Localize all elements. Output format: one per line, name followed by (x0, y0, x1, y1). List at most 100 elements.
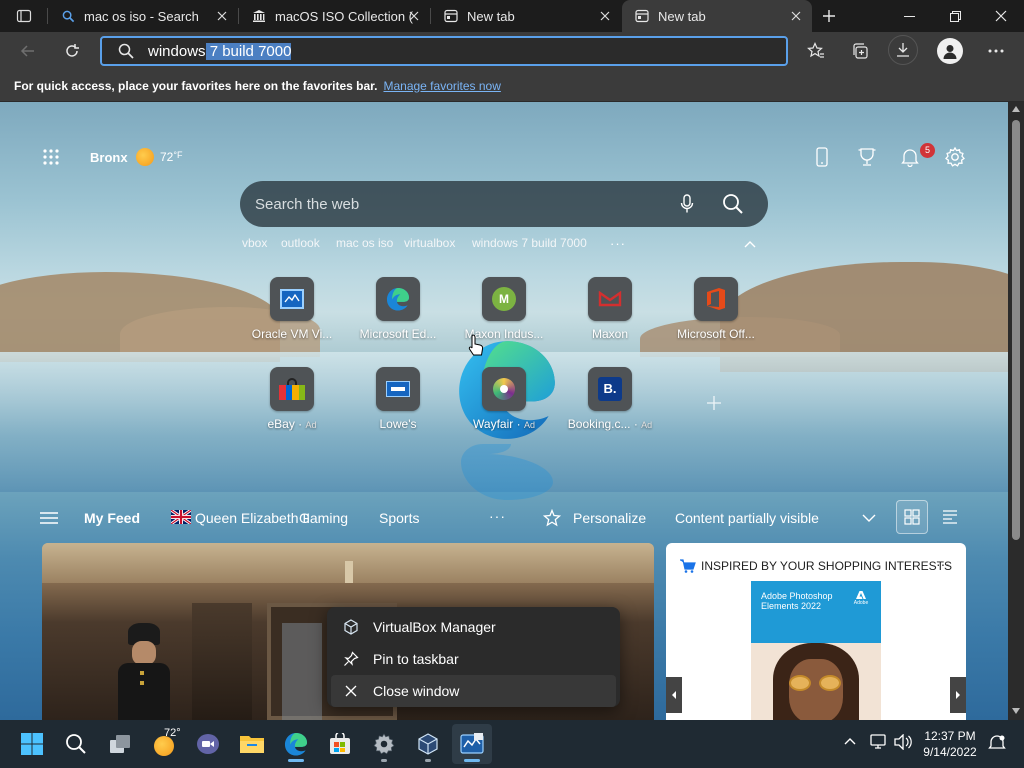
feed-tab-topic[interactable]: Gaming (299, 510, 348, 526)
quick-link-ebay[interactable]: eBay · Ad (247, 367, 337, 431)
close-window-button[interactable] (978, 0, 1024, 32)
scroll-down-arrow[interactable] (1012, 708, 1020, 714)
rewards-button[interactable] (857, 147, 877, 167)
trending-more-button[interactable]: ··· (610, 236, 626, 251)
quick-link-maxon-industries[interactable]: M Maxon Indus... (459, 277, 549, 341)
chevron-down-icon[interactable] (862, 514, 876, 522)
shopping-card[interactable]: INSPIRED BY YOUR SHOPPING INTERESTS ··· … (666, 543, 966, 720)
feed-menu-button[interactable] (40, 511, 58, 525)
jump-list-pin-to-taskbar[interactable]: Pin to taskbar (331, 643, 616, 675)
quick-link-microsoft-office[interactable]: Microsoft Off... (671, 277, 761, 341)
scroll-up-arrow[interactable] (1012, 106, 1020, 112)
phone-button[interactable] (814, 147, 830, 167)
tab-search[interactable]: mac os iso - Search (48, 0, 238, 32)
grid-layout-button[interactable] (896, 500, 928, 534)
close-icon (995, 10, 1007, 22)
settings-more-button[interactable] (980, 35, 1012, 67)
notifications-button[interactable] (900, 147, 920, 167)
quick-link-oracle-vm[interactable]: Oracle VM Vi... (247, 277, 337, 341)
weather-location[interactable]: Bronx (90, 150, 128, 165)
minimize-button[interactable] (886, 0, 932, 32)
restore-button[interactable] (932, 0, 978, 32)
quick-link-lowes[interactable]: Lowe's (353, 367, 443, 431)
taskbar-file-explorer[interactable] (232, 724, 272, 764)
tab-close-button[interactable] (788, 8, 804, 24)
start-button[interactable] (12, 724, 52, 764)
windows-taskbar: 72° (0, 720, 1024, 768)
task-view-button[interactable] (100, 724, 140, 764)
tab-new-tab[interactable]: New tab (431, 0, 621, 32)
trending-search-item[interactable]: windows 7 build 7000 (472, 236, 587, 250)
tab-close-button[interactable] (406, 8, 422, 24)
search-submit-button[interactable] (722, 193, 744, 215)
quick-link-microsoft-edge[interactable]: Microsoft Ed... (353, 277, 443, 341)
adobe-logo: Adobe (853, 591, 869, 607)
add-quick-link-button[interactable] (706, 395, 722, 411)
app-launcher-button[interactable] (42, 148, 62, 168)
favorites-button[interactable] (800, 35, 832, 67)
product-image: Adobe Photoshop Elements 2022 Adobe (751, 581, 881, 720)
network-button[interactable] (870, 734, 888, 750)
taskbar-virtualbox-manager[interactable] (452, 724, 492, 764)
tab-macos-iso[interactable]: macOS ISO Collection ( (239, 0, 430, 32)
address-bar[interactable]: windows 7 build 7000 (100, 36, 788, 66)
taskbar-edge[interactable] (276, 724, 316, 764)
quick-link-maxon[interactable]: Maxon (565, 277, 655, 341)
taskbar-weather-widget[interactable]: 72° (144, 724, 184, 764)
feed-more-button[interactable]: ··· (489, 508, 506, 524)
taskbar-virtualbox-cube[interactable] (408, 724, 448, 764)
adobe-brand-text: Adobe (853, 600, 869, 606)
refresh-icon (66, 44, 79, 57)
rewards-trophy-icon (858, 148, 876, 166)
plus-icon (707, 396, 721, 410)
taskbar-search-button[interactable] (56, 724, 96, 764)
new-tab-button[interactable] (816, 4, 842, 28)
notification-center-button[interactable] (988, 734, 1006, 752)
list-layout-button[interactable] (934, 500, 966, 534)
taskbar-teams-chat[interactable] (188, 724, 228, 764)
show-hidden-icons-button[interactable] (844, 737, 856, 745)
jump-list-virtualbox-manager[interactable]: VirtualBox Manager (331, 611, 616, 643)
quick-link-label: Booking.c... (567, 417, 631, 431)
microphone-icon (680, 194, 694, 213)
scrollbar-thumb[interactable] (1012, 120, 1020, 540)
collections-button[interactable] (844, 35, 876, 67)
content-visibility-dropdown[interactable]: Content partially visible (675, 510, 819, 526)
manage-favorites-link[interactable]: Manage favorites now (383, 79, 500, 93)
trending-search-item[interactable]: mac os iso (336, 236, 393, 250)
quick-link-wayfair[interactable]: Wayfair · Ad (459, 367, 549, 431)
volume-button[interactable] (894, 734, 912, 750)
page-settings-button[interactable] (944, 146, 966, 168)
page-scrollbar[interactable] (1008, 102, 1024, 720)
trending-search-item[interactable]: vbox (242, 236, 267, 250)
taskbar-clock[interactable]: 12:37 PM 9/14/2022 (918, 728, 982, 760)
phone-icon (816, 147, 828, 167)
trending-search-item[interactable]: virtualbox (404, 236, 455, 250)
taskbar-settings[interactable] (364, 724, 404, 764)
collapse-quick-links-button[interactable] (744, 240, 756, 248)
profile-button[interactable] (934, 35, 966, 67)
feed-tab-my-feed[interactable]: My Feed (84, 510, 140, 526)
tab-new-tab-active[interactable]: New tab (622, 0, 812, 32)
web-search-box[interactable]: Search the web (240, 181, 768, 227)
tab-close-button[interactable] (597, 8, 613, 24)
quick-link-booking[interactable]: B. Booking.c... · Ad (565, 367, 655, 431)
downloads-button[interactable] (888, 35, 918, 65)
trending-search-item[interactable]: outlook (281, 236, 320, 250)
card-more-button[interactable]: ··· (936, 556, 950, 572)
jump-list-close-window[interactable]: Close window (331, 675, 616, 707)
carousel-next-button[interactable] (950, 677, 966, 713)
taskbar-microsoft-store[interactable] (320, 724, 360, 764)
voice-search-button[interactable] (680, 194, 694, 214)
refresh-button[interactable] (56, 35, 88, 67)
feed-tab-topic[interactable]: Queen Elizabeth II (195, 510, 310, 526)
carousel-prev-button[interactable] (666, 677, 682, 713)
feed-tab-topic[interactable]: Sports (379, 510, 419, 526)
tab-actions-button[interactable] (12, 6, 36, 26)
back-button[interactable] (12, 35, 44, 67)
tab-close-button[interactable] (214, 8, 230, 24)
weather-temp[interactable]: 72°F (160, 150, 182, 164)
address-typed-text: windows (148, 42, 206, 60)
address-input[interactable]: windows 7 build 7000 (148, 42, 292, 60)
personalize-button[interactable]: Personalize (573, 510, 646, 526)
